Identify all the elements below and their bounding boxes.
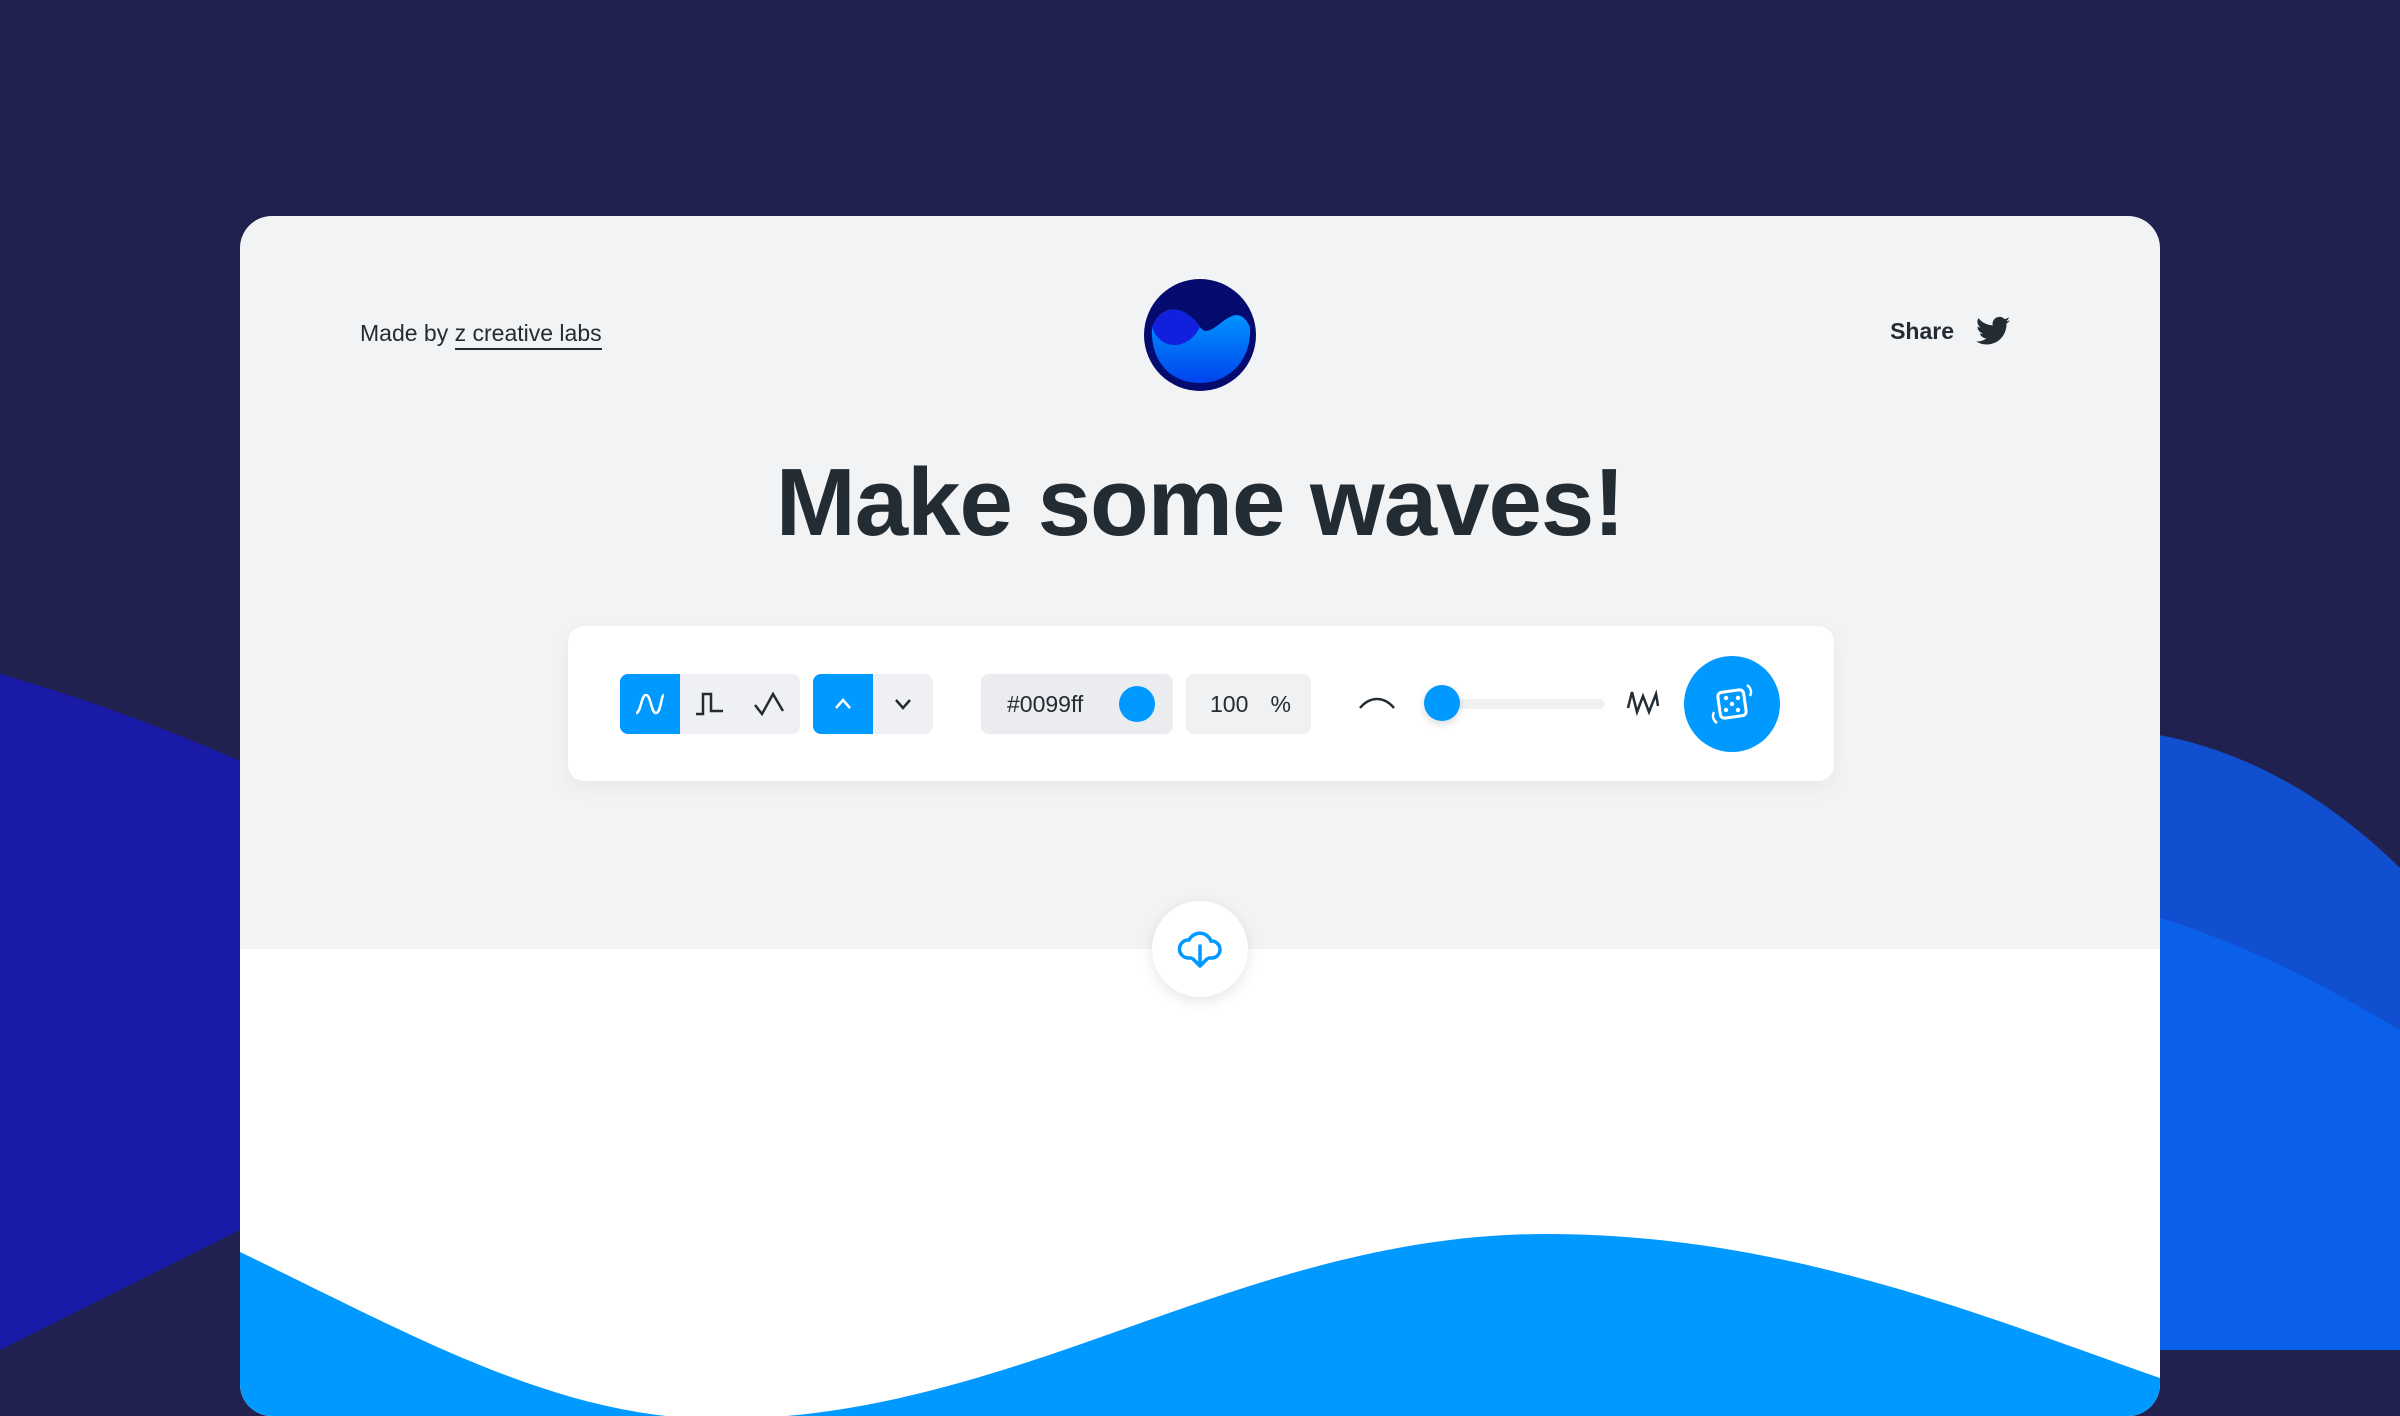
chevron-down-icon [895, 699, 911, 710]
page-title: Make some waves! [775, 449, 1625, 556]
opacity-unit: % [1270, 690, 1291, 717]
direction-up-button[interactable] [813, 674, 873, 734]
complexity-slider[interactable] [1424, 685, 1605, 721]
sawtooth-wave-button[interactable] [740, 674, 800, 734]
cloud-download-icon [1177, 931, 1222, 968]
wave-preview [240, 949, 2160, 1416]
z-creative-labs-link[interactable]: z creative labs [454, 320, 602, 350]
share-label: Share [1890, 317, 1954, 344]
twitter-icon [1976, 316, 2010, 345]
square-wave-icon [696, 692, 723, 716]
main-card: Made by z creative labs Share Make some … [240, 216, 2160, 1416]
download-button[interactable] [1152, 901, 1248, 997]
complex-wave-icon [1626, 689, 1660, 717]
color-input[interactable]: #0099ff [981, 674, 1173, 734]
sine-wave-button[interactable] [620, 674, 680, 734]
wave-toolbar: #0099ff 100 % [568, 626, 1834, 781]
randomize-button[interactable] [1684, 656, 1780, 752]
sawtooth-wave-icon [754, 691, 785, 717]
color-swatch[interactable] [1119, 686, 1155, 722]
smooth-curve-icon [1359, 697, 1395, 709]
direction-down-button[interactable] [873, 674, 933, 734]
opacity-input[interactable]: 100 % [1186, 674, 1311, 734]
share-button[interactable]: Share [1890, 316, 2010, 346]
opacity-value: 100 [1210, 690, 1249, 717]
square-wave-button[interactable] [680, 674, 740, 734]
dice-icon [1711, 684, 1753, 724]
logo-icon [1144, 279, 1256, 391]
sine-wave-icon [635, 693, 666, 715]
chevron-up-icon [835, 698, 851, 709]
color-value: #0099ff [1007, 690, 1084, 717]
made-by-label: Made by [360, 320, 449, 346]
wave-type-group [620, 674, 800, 734]
slider-thumb[interactable] [1424, 685, 1461, 721]
made-by: Made by z creative labs [360, 320, 602, 350]
direction-group [813, 674, 933, 734]
